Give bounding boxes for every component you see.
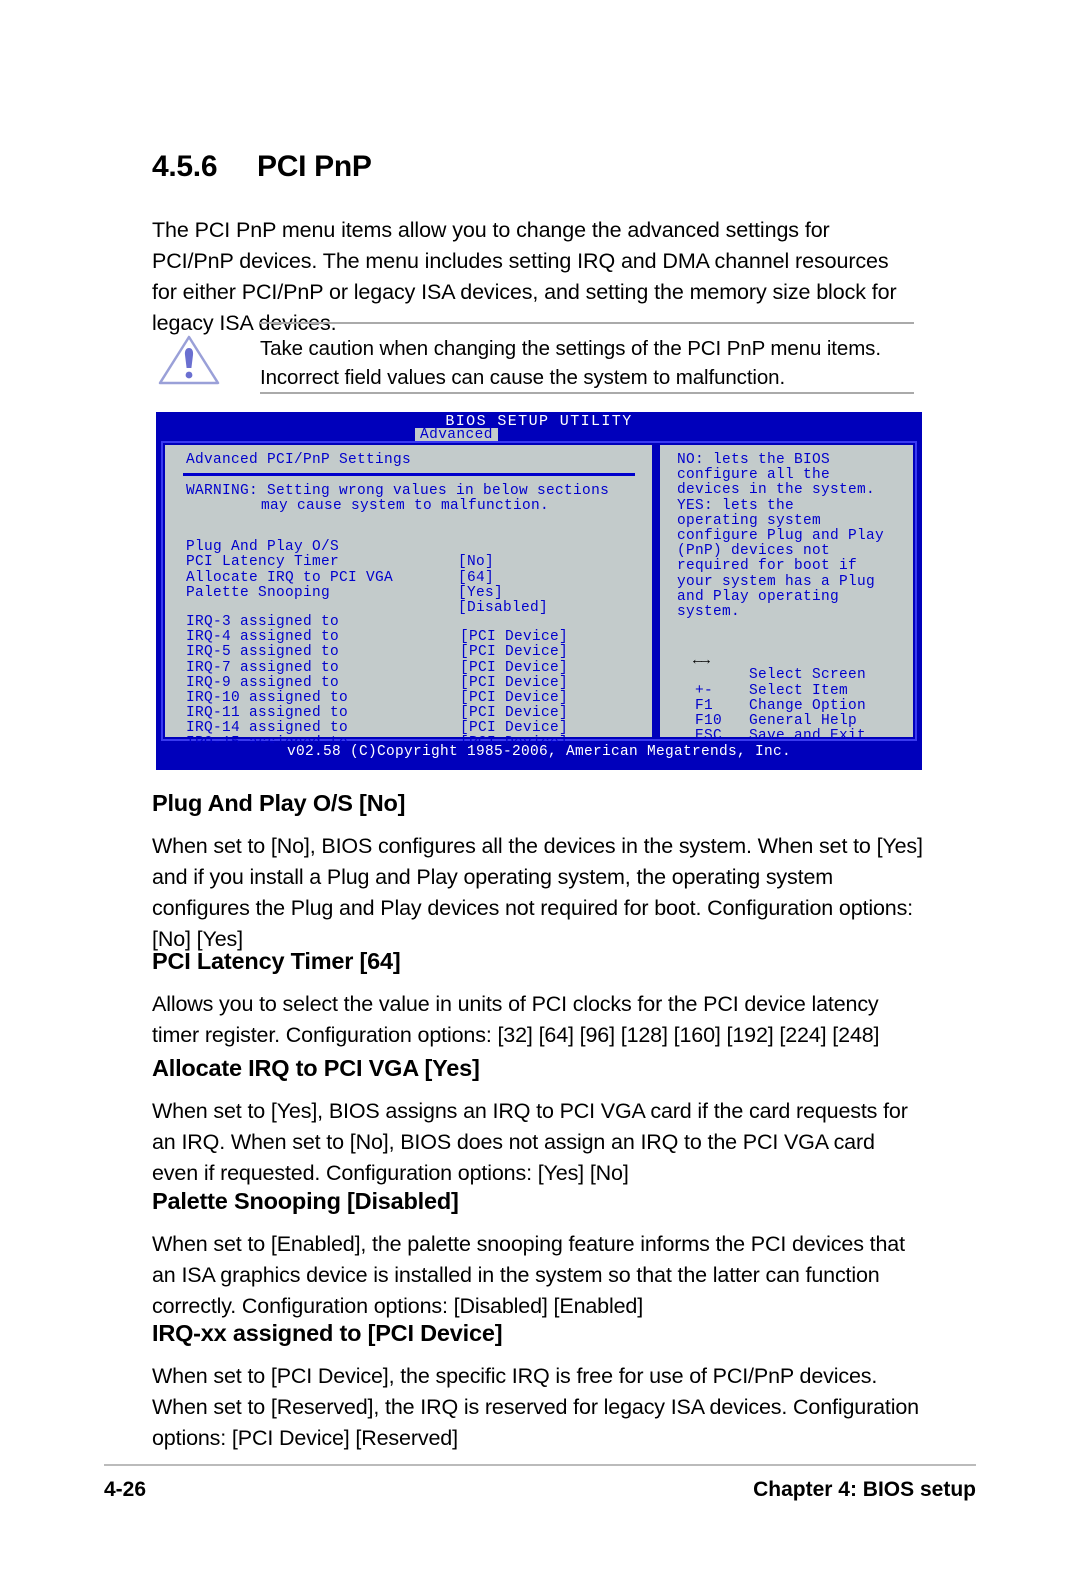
footer-rule — [104, 1464, 976, 1466]
section-intro-paragraph: The PCI PnP menu items allow you to chan… — [152, 218, 897, 335]
subsection-body: When set to [Yes], BIOS assigns an IRQ t… — [152, 1099, 908, 1185]
bios-irq-row[interactable]: IRQ-3 assigned to [PCI Device] — [186, 600, 638, 645]
bios-help-line: configure all the — [677, 467, 831, 484]
bios-option-value: [Yes] — [458, 584, 504, 601]
bios-irq-row[interactable]: IRQ-11 assigned to [PCI Device] — [186, 691, 638, 736]
page-title: 4.5.6 PCI PnP — [152, 150, 912, 184]
subsection-palette-snooping: Palette Snooping [Disabled] When set to … — [152, 1188, 924, 1322]
bios-help-line: devices in the system. — [677, 482, 876, 499]
bios-key-row: Select Item — [677, 653, 909, 698]
bios-irq-row[interactable]: IRQ-14 assigned to [PCI Device] — [186, 706, 638, 752]
bios-help-line: YES: lets the — [677, 497, 795, 514]
section-number: 4.5.6 — [152, 150, 218, 183]
bios-title-bar: BIOS SETUP UTILITY Advanced — [156, 412, 922, 445]
bios-help-line: your system has a Plug — [677, 573, 876, 590]
bios-key-row: F1 General Help — [677, 684, 909, 729]
subsection-body: When set to [Enabled], the palette snoop… — [152, 1232, 905, 1318]
bios-irq-row[interactable]: IRQ-5 assigned to [PCI Device] — [186, 630, 638, 676]
footer-chapter-label: Chapter 4: BIOS setup — [753, 1478, 976, 1501]
bios-key-row: ←→ Select Screen — [677, 638, 909, 683]
bios-help-line: NO: lets the BIOS — [677, 452, 831, 468]
caution-note-text: Take caution when changing the settings … — [260, 337, 881, 389]
bios-utility-title: BIOS SETUP UTILITY — [445, 413, 633, 430]
bios-irq-row[interactable]: IRQ-7 assigned to [PCI Device] — [186, 645, 638, 691]
bios-key-legend: ←→ Select Screen Select Item +- Change O… — [677, 638, 909, 759]
subsection-body: When set to [No], BIOS configures all th… — [152, 834, 923, 951]
bios-irq-row[interactable]: IRQ-15 assigned to [PCI Device] — [186, 721, 638, 767]
caution-note: Take caution when changing the settings … — [152, 322, 914, 394]
note-rule-top — [260, 322, 914, 324]
bios-help-line: (PnP) devices not — [677, 543, 831, 560]
bios-help-text: NO: lets the BIOS configure all the devi… — [677, 452, 909, 620]
bios-warning-line-2: may cause system to malfunction. — [261, 498, 550, 514]
bios-help-line: system. — [677, 603, 741, 620]
subsection-body: When set to [PCI Device], the specific I… — [152, 1364, 919, 1450]
bios-setup-screenshot: BIOS SETUP UTILITY Advanced Advanced PCI… — [156, 412, 922, 770]
bios-option-list: Plug And Play O/S [No] PCI Latency Timer… — [186, 525, 638, 767]
subsection-pci-latency-timer: PCI Latency Timer [64] Allows you to sel… — [152, 948, 924, 1051]
bios-version-footer: v02.58 (C)Copyright 1985-2006, American … — [161, 743, 917, 765]
bios-option-row[interactable]: Allocate IRQ to PCI VGA [Yes] — [186, 555, 638, 601]
subsection-heading: IRQ-xx assigned to [PCI Device] — [152, 1320, 503, 1346]
subsection-heading: Plug And Play O/S [No] — [152, 790, 406, 816]
bios-help-pane: NO: lets the BIOS configure all the devi… — [660, 445, 913, 759]
bios-pane-title: Advanced PCI/PnP Settings — [186, 452, 412, 468]
subsection-heading: Allocate IRQ to PCI VGA [Yes] — [152, 1055, 480, 1081]
bios-irq-row[interactable]: IRQ-10 assigned to [PCI Device] — [186, 676, 638, 721]
bios-option-row[interactable]: Plug And Play O/S [No] — [186, 525, 638, 571]
bios-key-row: F10 Save and Exit — [677, 699, 909, 744]
bios-irq-row[interactable]: IRQ-9 assigned to [PCI Device] — [186, 661, 638, 706]
bios-irq-row[interactable]: IRQ-4 assigned to [PCI Device] — [186, 615, 638, 660]
subsection-heading: Palette Snooping [Disabled] — [152, 1188, 459, 1214]
bios-warning-line-1: WARNING: Setting wrong values in below s… — [186, 483, 610, 499]
bios-option-row[interactable]: Palette Snooping [Disabled] — [186, 571, 638, 616]
bios-help-line: configure Plug and Play — [677, 527, 885, 544]
subsection-plug-and-play-os: Plug And Play O/S [No] When set to [No],… — [152, 790, 924, 955]
bios-key-row: +- Change Option — [677, 668, 909, 714]
subsection-heading: PCI Latency Timer [64] — [152, 948, 401, 974]
bios-help-line: operating system — [677, 512, 822, 529]
bios-option-row[interactable]: PCI Latency Timer [64] — [186, 540, 638, 586]
document-page: 4.5.6 PCI PnP The PCI PnP menu items allo… — [0, 0, 1080, 1590]
bios-option-label: Palette Snooping — [186, 584, 331, 601]
bios-pane-divider — [183, 473, 635, 476]
warning-triangle-icon — [157, 334, 221, 386]
bios-help-line: and Play operating — [677, 588, 840, 605]
note-rule-bottom — [260, 392, 914, 394]
subsection-irq-xx-assigned-to: IRQ-xx assigned to [PCI Device] When set… — [152, 1320, 924, 1454]
subsection-body: Allows you to select the value in units … — [152, 992, 880, 1047]
footer-page-number: 4-26 — [104, 1478, 147, 1501]
bios-help-line: required for boot if — [677, 558, 858, 575]
section-title: PCI PnP — [257, 150, 372, 183]
subsection-allocate-irq-to-pci-vga: Allocate IRQ to PCI VGA [Yes] When set t… — [152, 1055, 924, 1189]
bios-key-row: ESC Exit — [677, 714, 909, 759]
bios-settings-pane: Advanced PCI/PnP Settings WARNING: Setti… — [165, 445, 655, 767]
bios-body: Advanced PCI/PnP Settings WARNING: Setti… — [161, 441, 917, 767]
